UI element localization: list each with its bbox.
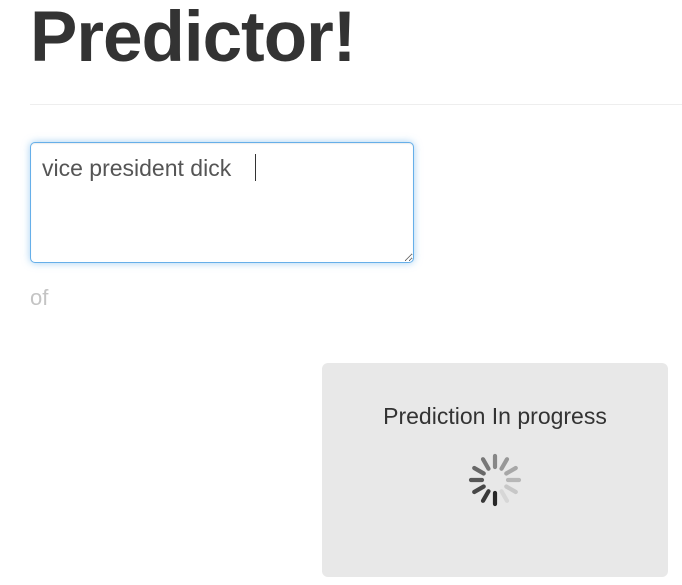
text-caret [255,154,256,181]
spinner-spoke [504,484,518,495]
spinner-spoke [504,465,518,476]
progress-message: Prediction In progress [383,403,607,429]
title-divider [30,104,682,105]
prediction-progress-panel: Prediction In progress [322,363,668,577]
spinner-spoke [472,484,486,495]
spinner-spoke [480,489,491,503]
predicted-word: of [30,285,49,310]
spinner-spoke [499,457,510,471]
query-textarea[interactable]: vice president dick [30,142,414,263]
spinner-spoke [480,457,491,471]
loading-spinner-icon [468,453,522,507]
query-input-container: vice president dick [30,142,414,263]
page-title: Predictor! [30,0,356,77]
spinner-spoke [472,465,486,476]
spinner-spoke [499,489,510,503]
